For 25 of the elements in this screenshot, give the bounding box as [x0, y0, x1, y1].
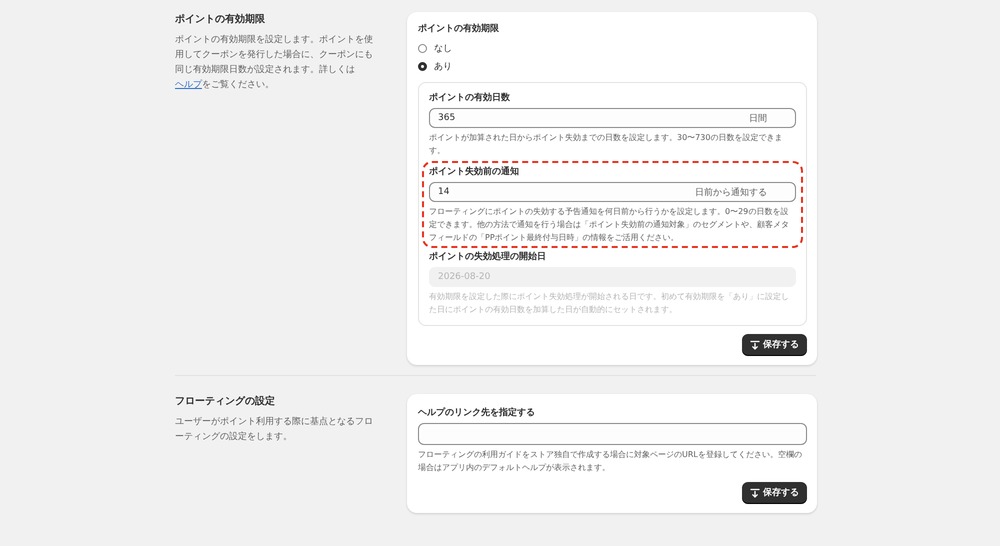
- help-link[interactable]: ヘルプ: [175, 80, 202, 90]
- arrow-down-icon: [750, 488, 760, 498]
- section-description: ポイントの有効期限を設定します。ポイントを使用してクーポンを発行した場合に、クーポンにも同じ有効期限日数が設定されます。詳しくは ヘルプをご覧ください。: [175, 34, 373, 92]
- input-field[interactable]: [418, 423, 807, 445]
- help-text: 有効期限を設定した際にポイント失効処理が開始される日です。初めて有効期限を「あり」に設定した日にポイントの有効日数を加算した日が自動的にセットされます。: [429, 291, 790, 316]
- help-text: フローティングの利用ガイドをストア独自で作成する場合に対象ページのURLを登録してください。空欄の場合はアプリ内のデフォルトヘルプが表示されます。: [418, 449, 803, 474]
- section-title: ポイントの有効期限: [175, 12, 266, 26]
- input-field[interactable]: 365 日間: [429, 108, 796, 128]
- field-label: ポイント失効前の通知: [429, 165, 520, 178]
- field-label: ポイントの有効日数: [429, 91, 511, 104]
- radio-button[interactable]: [418, 44, 427, 52]
- save-button[interactable]: 保存する: [742, 334, 807, 355]
- save-button[interactable]: 保存する: [742, 482, 807, 503]
- input-field[interactable]: 14 日前から通知する: [429, 182, 796, 202]
- field-label: ポイントの失効処理の開始日: [429, 250, 547, 263]
- arrow-down-icon: [750, 340, 760, 350]
- field-label: ポイントの有効期限: [418, 22, 500, 35]
- radio-button[interactable]: [418, 62, 427, 70]
- field-label: ヘルプのリンク先を指定する: [418, 406, 536, 419]
- radio-label: あり: [434, 60, 452, 72]
- section-description: ユーザーがポイント利用する際に基点となるフローティングの設定をします。: [175, 416, 373, 444]
- radio-label: なし: [434, 42, 452, 54]
- help-text: フローティングにポイントの失効する予告通知を何日前から行うかを設定します。0〜29の日数を設定できます。他の方法で通知を行う場合は「ポイント失効前の通知対象」のセグメントや、顧客メタフィールドの「PPポイント最終付与日時」の情報をご活用ください。: [429, 206, 790, 244]
- help-text: ポイントが加算された日からポイント失効までの日数を設定します。30〜730の日数を設定できます。: [429, 132, 784, 157]
- section-title: フローティングの設定: [175, 394, 276, 408]
